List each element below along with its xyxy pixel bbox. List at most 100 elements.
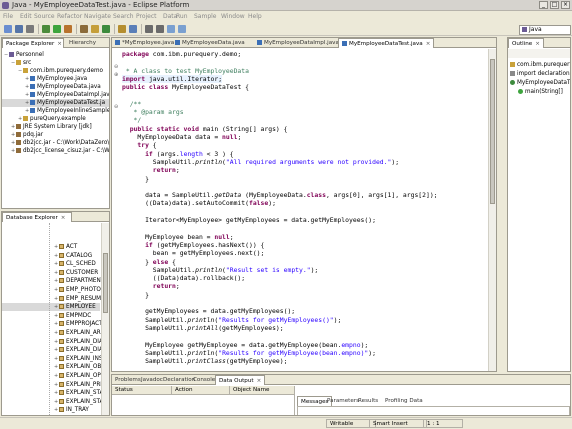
package-tree-item[interactable]: + db2jcc.jar - C:\Work\DataZero\ xyxy=(2,139,109,147)
database-table-item[interactable]: + EXPLAIN_INS xyxy=(2,355,102,363)
column-action[interactable]: Action xyxy=(172,386,230,395)
package-tree-item[interactable]: + MyEmployee.java xyxy=(2,75,109,83)
package-tree-item[interactable]: + MyEmployeeData.java xyxy=(2,83,109,91)
outline-item[interactable]: MyEmployeeDataT xyxy=(508,79,570,87)
package-tree-item[interactable]: + pureQuery.example xyxy=(2,115,109,123)
package-tree-item[interactable]: + JRE System Library [jdk] xyxy=(2,123,109,131)
database-table-item[interactable]: + DEPARTMENT xyxy=(2,277,104,285)
database-table-label: EMPPROJACT xyxy=(66,321,103,328)
editor-tab[interactable]: MyEmployeeDataTest.java × xyxy=(338,38,435,48)
column-object-name[interactable]: Object Name xyxy=(230,386,295,395)
maximize-button[interactable]: □ xyxy=(550,1,559,9)
new-class-icon[interactable] xyxy=(102,25,110,33)
tab-outline[interactable]: Outline × xyxy=(508,38,544,48)
database-table-item[interactable]: + EXPLAIN_PRE xyxy=(2,381,104,389)
bottom-tab-data-output[interactable]: Data Output × xyxy=(215,375,266,385)
package-tree-item[interactable]: + pdq.jar xyxy=(2,131,109,139)
debug-icon[interactable] xyxy=(42,25,50,33)
code-line: * A class to test MyEmployeeData xyxy=(122,66,249,75)
new-java-project-icon[interactable] xyxy=(80,25,88,33)
database-table-item[interactable]: + EXPLAIN_DIA xyxy=(2,338,103,346)
database-table-item[interactable]: + EMP_PHOTO xyxy=(2,286,101,294)
menu-window[interactable]: Window xyxy=(221,13,245,20)
database-table-item[interactable]: + EXPLAIN_DIA xyxy=(2,346,103,354)
expand-toggle-icon[interactable]: + xyxy=(54,415,59,416)
database-table-label: EMP_PHOTO xyxy=(66,287,101,293)
next-annotation-icon[interactable] xyxy=(156,25,164,33)
package-tree-item[interactable]: − Personnel xyxy=(2,51,109,59)
code-line: SampleUtil.printAll(getMyEmployees); xyxy=(122,323,284,332)
sub-tab-results[interactable]: Results xyxy=(355,396,381,406)
database-table-item[interactable]: + EMP_RESUME xyxy=(2,295,105,303)
bottom-tab-console[interactable]: Console xyxy=(190,375,218,385)
new-icon[interactable] xyxy=(4,25,12,33)
fold-marker[interactable]: ⊕ xyxy=(114,72,118,78)
package-tree-item[interactable]: + MyEmployeeDataImpl.jav xyxy=(2,91,109,99)
package-tree-item[interactable]: + db2jcc_license_cisuz.jar - C:\W xyxy=(2,147,109,155)
toolbar xyxy=(0,22,572,36)
package-tree-item[interactable]: + MyEmployeeDataTest.ja xyxy=(2,99,109,107)
tab-package-explorer[interactable]: Package Explorer × xyxy=(2,38,64,48)
editor-tab[interactable]: MyEmployeeData.java xyxy=(172,38,248,48)
table-icon xyxy=(59,347,64,353)
forward-icon[interactable] xyxy=(178,25,186,33)
fold-marker[interactable]: ⊖ xyxy=(114,64,118,70)
database-table-item[interactable]: + CATALOG xyxy=(2,252,100,260)
database-table-item[interactable]: + EMPLOYEE xyxy=(2,303,100,312)
database-table-item[interactable]: + EXPLAIN_OB xyxy=(2,363,101,371)
new-package-icon[interactable] xyxy=(91,25,99,33)
menu-sample[interactable]: Sample xyxy=(194,13,217,20)
close-tab-icon[interactable]: × xyxy=(426,41,431,47)
sub-tab-profiling-data[interactable]: Profiling Data xyxy=(382,396,426,406)
package-tree-item[interactable]: + MyEmployeeInlineSample. xyxy=(2,107,109,115)
menu-help[interactable]: Help xyxy=(248,13,262,20)
outline-item[interactable]: main(String[] xyxy=(508,88,570,96)
database-explorer-scrollbar[interactable] xyxy=(101,223,109,415)
menu-project[interactable]: Project xyxy=(136,13,157,20)
menu-run[interactable]: Run xyxy=(176,13,188,20)
database-table-item[interactable]: + EXPLAIN_STA xyxy=(2,389,103,397)
database-table-item[interactable]: + CL_SCHED xyxy=(2,260,100,268)
table-icon xyxy=(59,321,64,327)
column-status[interactable]: Status xyxy=(112,386,172,395)
package-tree-item[interactable]: − com.ibm.purequery.demo xyxy=(2,67,109,75)
database-table-item[interactable]: + ACT xyxy=(2,243,100,251)
menu-refactor[interactable]: Refactor xyxy=(57,13,82,20)
print-icon[interactable] xyxy=(26,25,34,33)
external-tools-icon[interactable] xyxy=(64,25,72,33)
editor-scrollbar[interactable] xyxy=(488,49,496,371)
run-icon[interactable] xyxy=(53,25,61,33)
perspective-switcher[interactable]: Java xyxy=(519,25,571,35)
close-tab-icon[interactable]: × xyxy=(257,378,262,384)
editor-tab[interactable]: *MyEmployee.java xyxy=(112,38,177,48)
outline-item[interactable]: com.ibm.purequery.d xyxy=(508,61,570,69)
database-table-item[interactable]: + EXPLAIN_OP xyxy=(2,372,101,380)
open-type-icon[interactable] xyxy=(118,25,126,33)
editor-tab[interactable]: MyEmployeeDataImpl.java xyxy=(254,38,342,48)
database-table-item[interactable]: + EMPMDC xyxy=(2,312,100,320)
package-tree-item[interactable]: − src xyxy=(2,59,109,67)
outline-item[interactable]: import declarations xyxy=(508,70,570,78)
save-icon[interactable] xyxy=(15,25,23,33)
close-button[interactable]: × xyxy=(561,1,570,9)
search-icon[interactable] xyxy=(129,25,137,33)
database-table-item[interactable]: + CUSTOMER xyxy=(2,269,100,277)
database-table-item[interactable]: +INVENTORY xyxy=(2,415,100,416)
fold-marker[interactable]: ⊖ xyxy=(114,104,118,110)
menu-source[interactable]: Source xyxy=(34,13,55,20)
database-table-item[interactable]: + EXPLAIN_ARG xyxy=(2,329,105,337)
menu-navigate[interactable]: Navigate xyxy=(84,13,111,20)
database-table-item[interactable]: + IN_TRAY xyxy=(2,406,100,414)
menu-file[interactable]: File xyxy=(3,13,13,20)
database-table-item[interactable]: + EXPLAIN_STA xyxy=(2,398,103,406)
database-table-item[interactable]: + EMPPROJACT xyxy=(2,320,103,328)
minimize-button[interactable]: _ xyxy=(539,1,548,9)
tab-database-explorer[interactable]: Database Explorer × xyxy=(2,212,72,222)
back-icon[interactable] xyxy=(167,25,175,33)
code-area[interactable]: package com.ibm.purequery.demo; * A clas… xyxy=(122,50,486,371)
tab-hierarchy[interactable]: Hierarchy xyxy=(66,38,99,48)
menu-search[interactable]: Search xyxy=(113,13,134,20)
messages-area[interactable] xyxy=(297,406,570,415)
menu-edit[interactable]: Edit xyxy=(20,13,32,20)
prev-annotation-icon[interactable] xyxy=(145,25,153,33)
